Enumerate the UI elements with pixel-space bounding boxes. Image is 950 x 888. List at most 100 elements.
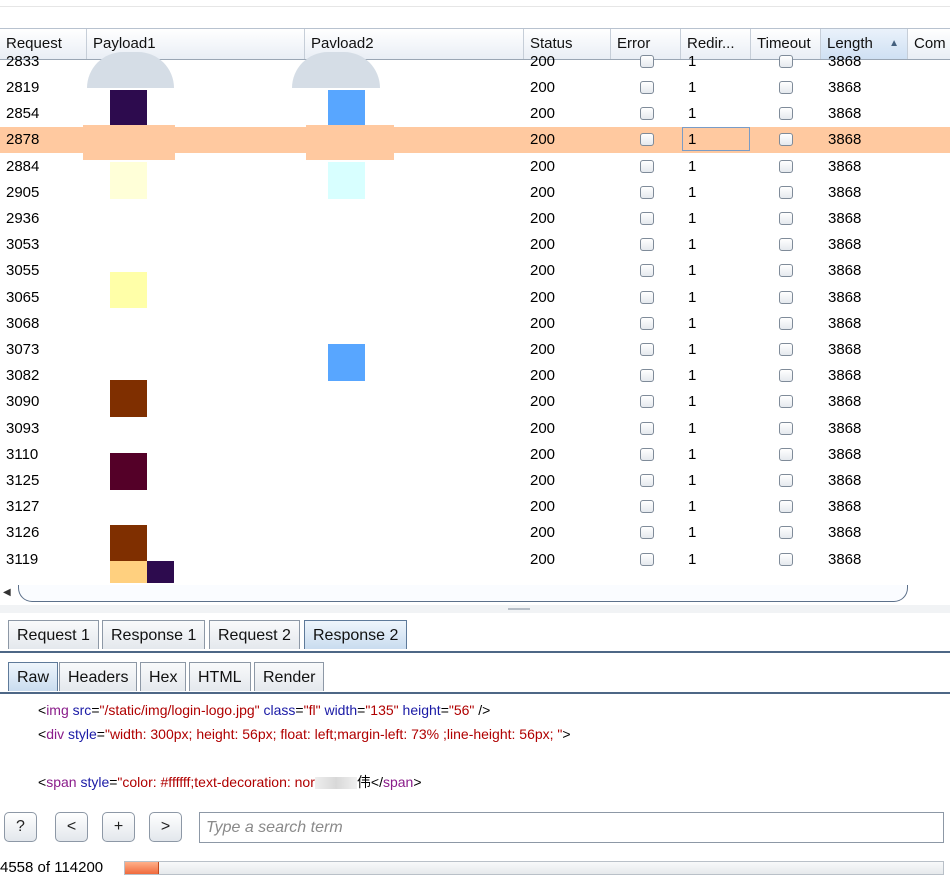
timeout-checkbox[interactable] [779,526,793,539]
redaction-tile [110,272,147,308]
timeout-checkbox[interactable] [779,500,793,513]
error-checkbox[interactable] [640,474,654,487]
cell-length: 3868 [828,184,862,201]
timeout-checkbox[interactable] [779,317,793,330]
error-checkbox[interactable] [640,317,654,330]
error-checkbox[interactable] [640,133,654,146]
cell-length: 3868 [828,498,862,515]
scroll-left-icon[interactable]: ◀ [3,585,17,601]
response-line-2: <div style="width: 300px; height: 56px; … [38,726,571,742]
error-checkbox[interactable] [640,526,654,539]
error-checkbox[interactable] [640,448,654,461]
cell-redirects: 1 [688,446,697,463]
pane-splitter[interactable] [0,605,950,613]
response-body[interactable]: <img src="/static/img/login-logo.jpg" cl… [0,696,950,796]
timeout-checkbox[interactable] [779,369,793,382]
error-checkbox[interactable] [640,55,654,68]
progress-fill [125,862,159,874]
error-checkbox[interactable] [640,107,654,120]
timeout-checkbox[interactable] [779,474,793,487]
cell-length: 3868 [828,446,862,463]
table-row[interactable]: 3053 200 1 3868 [0,232,950,258]
tab-raw[interactable]: Raw [8,662,59,691]
cell-redirects: 1 [688,210,697,227]
scrollbar-thumb[interactable] [18,585,908,602]
cell-redirects: 1 [688,498,697,515]
results-table[interactable]: Request Payload1 Pavload2 Status Error R… [0,28,950,602]
tab-render[interactable]: Render [254,662,325,691]
cell-request: 3093 [6,420,40,437]
cell-request: 3068 [6,315,40,332]
table-row[interactable]: 2936 200 1 3868 [0,206,950,232]
table-row[interactable]: 3068 200 1 3868 [0,311,950,337]
timeout-checkbox[interactable] [779,133,793,146]
error-checkbox[interactable] [640,81,654,94]
error-checkbox[interactable] [640,264,654,277]
error-checkbox[interactable] [640,500,654,513]
timeout-checkbox[interactable] [779,55,793,68]
error-checkbox[interactable] [640,553,654,566]
code-value: "fl" [303,702,321,718]
tab-hex[interactable]: Hex [140,662,187,691]
cell-status: 200 [530,131,556,148]
search-input[interactable] [199,812,944,843]
search-bar: ? < + > [0,810,950,846]
cell-redirects: 1 [688,472,697,489]
timeout-checkbox[interactable] [779,343,793,356]
error-checkbox[interactable] [640,291,654,304]
top-divider [0,6,950,7]
cell-status: 200 [530,262,556,279]
cell-length: 3868 [828,420,862,437]
tab-response-1[interactable]: Response 1 [102,620,206,649]
cell-request: 2833 [6,53,40,70]
progress-count: 4558 of 114200 [0,859,104,876]
cell-length: 3868 [828,341,862,358]
tab-request-1[interactable]: Request 1 [8,620,99,649]
timeout-checkbox[interactable] [779,81,793,94]
timeout-checkbox[interactable] [779,422,793,435]
error-checkbox[interactable] [640,186,654,199]
cell-status: 200 [530,498,556,515]
tab-response-2[interactable]: Response 2 [304,620,408,649]
cell-redirects: 1 [688,341,697,358]
tab-request-2[interactable]: Request 2 [209,620,300,649]
error-checkbox[interactable] [640,160,654,173]
table-row[interactable]: 3127 200 1 3868 [0,494,950,520]
error-checkbox[interactable] [640,238,654,251]
redaction-tile [110,162,147,199]
horizontal-scrollbar[interactable]: ◀ [0,583,950,603]
cell-length: 3868 [828,262,862,279]
timeout-checkbox[interactable] [779,553,793,566]
error-checkbox[interactable] [640,422,654,435]
error-checkbox[interactable] [640,369,654,382]
table-row[interactable]: 3093 200 1 3868 [0,416,950,442]
timeout-checkbox[interactable] [779,160,793,173]
cell-request: 3119 [6,551,39,568]
error-checkbox[interactable] [640,343,654,356]
tab-html[interactable]: HTML [189,662,251,691]
timeout-checkbox[interactable] [779,448,793,461]
timeout-checkbox[interactable] [779,107,793,120]
tab-headers[interactable]: Headers [59,662,138,691]
code-punct: </ [370,774,383,790]
code-tag: div [46,726,65,742]
cell-redirects: 1 [688,105,697,122]
cell-length: 3868 [828,551,862,568]
previous-match-button[interactable]: < [55,812,88,842]
add-button[interactable]: + [102,812,135,842]
error-checkbox[interactable] [640,212,654,225]
timeout-checkbox[interactable] [779,264,793,277]
cell-length: 3868 [828,210,862,227]
timeout-checkbox[interactable] [779,238,793,251]
timeout-checkbox[interactable] [779,212,793,225]
error-checkbox[interactable] [640,395,654,408]
table-row[interactable]: 3073 200 1 3868 [0,337,950,363]
timeout-checkbox[interactable] [779,395,793,408]
cell-length: 3868 [828,472,862,489]
timeout-checkbox[interactable] [779,186,793,199]
next-match-button[interactable]: > [149,812,182,842]
help-button[interactable]: ? [4,812,37,842]
timeout-checkbox[interactable] [779,291,793,304]
code-punct: < [38,774,47,790]
code-punct: < [38,702,47,718]
